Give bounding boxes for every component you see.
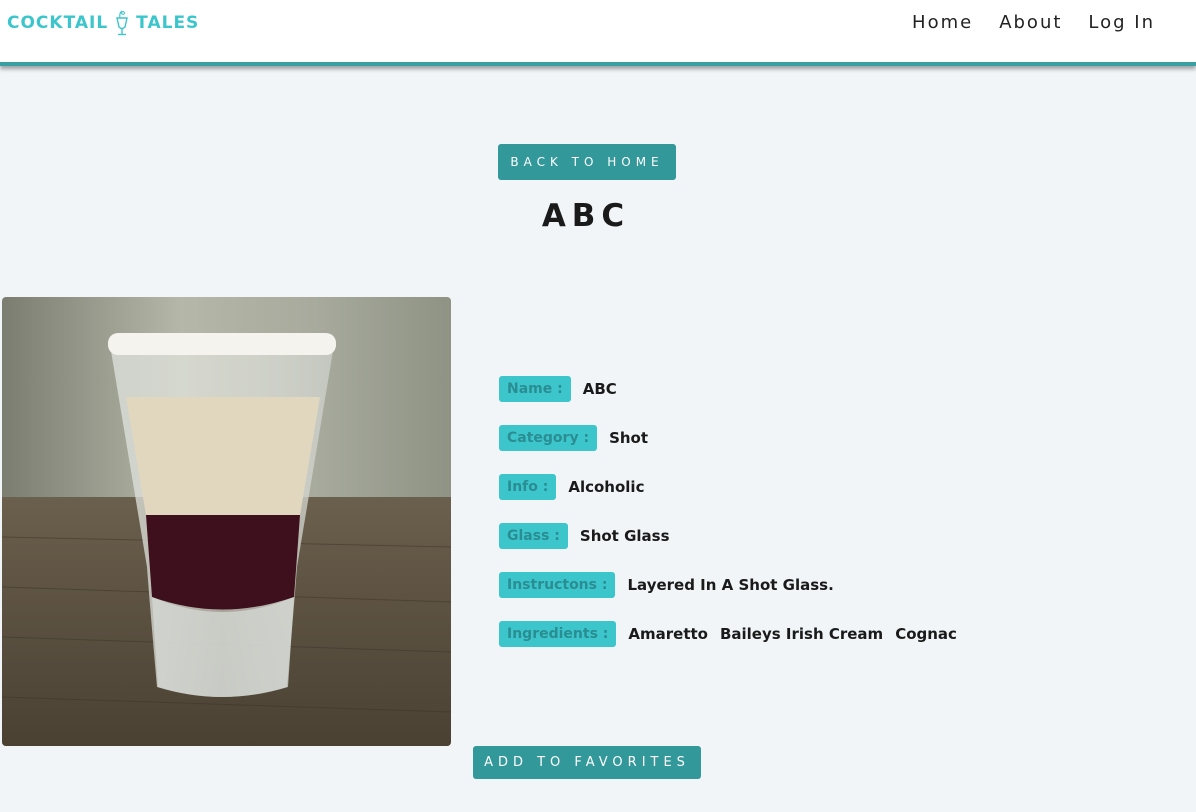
name-label: Name : — [499, 376, 571, 402]
back-to-home-button[interactable]: BACK TO HOME — [498, 144, 676, 180]
detail-row-instructions: Instructons : Layered In A Shot Glass. — [499, 572, 969, 598]
name-value: ABC — [582, 380, 617, 398]
detail-row-name: Name : ABC — [499, 376, 969, 402]
cocktail-glass-icon — [116, 10, 129, 36]
detail-row-info: Info : Alcoholic — [499, 474, 969, 500]
info-label: Info : — [499, 474, 557, 500]
nav-login-link[interactable]: Log In — [1088, 12, 1155, 33]
detail-row-category: Category : Shot — [499, 425, 969, 451]
instructions-label: Instructons : — [499, 572, 616, 598]
nav-links: Home About Log In — [912, 12, 1155, 33]
navbar: COCKTAIL TALES Home About Log In — [0, 0, 1196, 66]
ingredient-item: Baileys Irish Cream — [719, 625, 884, 643]
brand-name-left: COCKTAIL — [7, 13, 109, 33]
nav-about-link[interactable]: About — [999, 12, 1062, 33]
glass-label: Glass : — [499, 523, 568, 549]
page-title: ABC — [541, 198, 631, 234]
brand-logo[interactable]: COCKTAIL TALES — [7, 10, 199, 36]
nav-home-link[interactable]: Home — [912, 12, 973, 33]
drink-details: Name : ABC Category : Shot Info : Alcoho… — [499, 376, 969, 670]
detail-row-ingredients: Ingredients : Amaretto Baileys Irish Cre… — [499, 621, 969, 647]
category-label: Category : — [499, 425, 598, 451]
ingredient-item: Amaretto — [628, 625, 708, 643]
brand-name-right: TALES — [136, 13, 200, 33]
instructions-value: Layered In A Shot Glass. — [627, 576, 834, 594]
category-value: Shot — [609, 429, 649, 447]
info-value: Alcoholic — [568, 478, 645, 496]
detail-row-glass: Glass : Shot Glass — [499, 523, 969, 549]
ingredient-item: Cognac — [895, 625, 957, 643]
drink-image — [2, 297, 451, 746]
add-to-favorites-button[interactable]: ADD TO FAVORITES — [473, 746, 701, 779]
ingredients-label: Ingredients : — [499, 621, 617, 647]
glass-value: Shot Glass — [579, 527, 670, 545]
